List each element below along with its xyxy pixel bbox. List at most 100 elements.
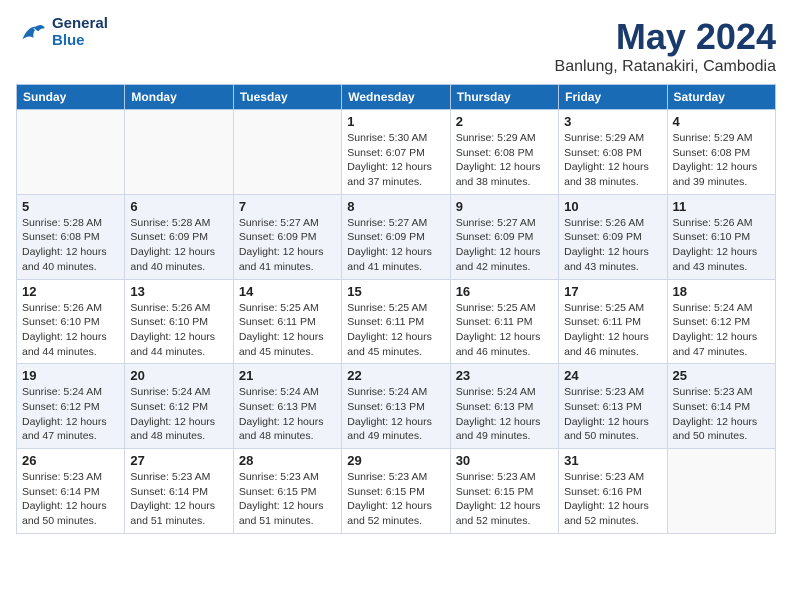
day-number: 15 [347,284,444,299]
day-info: Sunrise: 5:27 AM Sunset: 6:09 PM Dayligh… [239,216,336,275]
calendar-cell: 2 Sunrise: 5:29 AM Sunset: 6:08 PM Daylig… [450,110,558,195]
day-number: 1 [347,114,444,129]
weekday-header-monday: Monday [125,85,233,110]
day-number: 17 [564,284,661,299]
page-header: General Blue May 2024 Banlung, Ratanakir… [16,16,776,76]
day-number: 6 [130,199,227,214]
month-title: May 2024 [555,16,776,58]
weekday-header-friday: Friday [559,85,667,110]
day-number: 18 [673,284,770,299]
calendar-cell: 23 Sunrise: 5:24 AM Sunset: 6:13 PM Dayli… [450,364,558,449]
logo: General Blue [16,16,108,49]
day-number: 8 [347,199,444,214]
day-info: Sunrise: 5:24 AM Sunset: 6:13 PM Dayligh… [456,385,553,444]
day-number: 28 [239,453,336,468]
day-info: Sunrise: 5:23 AM Sunset: 6:13 PM Dayligh… [564,385,661,444]
day-info: Sunrise: 5:29 AM Sunset: 6:08 PM Dayligh… [456,131,553,190]
weekday-header-thursday: Thursday [450,85,558,110]
calendar-cell: 12Sunrise: 5:26 AM Sunset: 6:10 PM Dayli… [17,279,125,364]
weekday-header-wednesday: Wednesday [342,85,450,110]
day-info: Sunrise: 5:25 AM Sunset: 6:11 PM Dayligh… [347,301,444,360]
weekday-header-tuesday: Tuesday [233,85,341,110]
calendar-cell: 15 Sunrise: 5:25 AM Sunset: 6:11 PM Dayli… [342,279,450,364]
calendar-cell [667,449,775,534]
day-info: Sunrise: 5:30 AM Sunset: 6:07 PM Dayligh… [347,131,444,190]
calendar-cell: 5 Sunrise: 5:28 AM Sunset: 6:08 PM Daylig… [17,194,125,279]
day-number: 30 [456,453,553,468]
title-block: May 2024 Banlung, Ratanakiri, Cambodia [555,16,776,76]
calendar-cell: 26Sunrise: 5:23 AM Sunset: 6:14 PM Dayli… [17,449,125,534]
day-info: Sunrise: 5:27 AM Sunset: 6:09 PM Dayligh… [456,216,553,275]
day-number: 2 [456,114,553,129]
day-info: Sunrise: 5:23 AM Sunset: 6:15 PM Dayligh… [456,470,553,529]
day-info: Sunrise: 5:26 AM Sunset: 6:09 PM Dayligh… [564,216,661,275]
day-number: 23 [456,368,553,383]
calendar-week-row: 5 Sunrise: 5:28 AM Sunset: 6:08 PM Daylig… [17,194,776,279]
calendar-cell: 9 Sunrise: 5:27 AM Sunset: 6:09 PM Daylig… [450,194,558,279]
day-info: Sunrise: 5:23 AM Sunset: 6:15 PM Dayligh… [239,470,336,529]
calendar-cell: 6Sunrise: 5:28 AM Sunset: 6:09 PM Daylig… [125,194,233,279]
day-info: Sunrise: 5:29 AM Sunset: 6:08 PM Dayligh… [673,131,770,190]
calendar-week-row: 26 Sunrise: 5:23 AM Sunset: 6:14 PM Dayli… [17,449,776,534]
calendar-cell: 16 Sunrise: 5:25 AM Sunset: 6:11 PM Dayli… [450,279,558,364]
day-info: Sunrise: 5:26 AM Sunset: 6:10 PM Dayligh… [673,216,770,275]
day-number: 13 [130,284,227,299]
day-number: 21 [239,368,336,383]
day-info: Sunrise: 5:24 AM Sunset: 6:12 PM Dayligh… [673,301,770,360]
calendar-week-row: 1 Sunrise: 5:30 AM Sunset: 6:07 PM Daylig… [17,110,776,195]
calendar-cell: 7 Sunrise: 5:27 AM Sunset: 6:09 PM Daylig… [233,194,341,279]
day-number: 4 [673,114,770,129]
calendar-week-row: 12 Sunrise: 5:26 AM Sunset: 6:10 PM Dayli… [17,279,776,364]
day-info: Sunrise: 5:29 AM Sunset: 6:08 PM Dayligh… [564,131,661,190]
calendar-cell: 30 Sunrise: 5:23 AM Sunset: 6:15 PM Dayli… [450,449,558,534]
calendar-cell: 14Sunrise: 5:25 AM Sunset: 6:11 PM Dayli… [233,279,341,364]
day-info: Sunrise: 5:27 AM Sunset: 6:09 PM Dayligh… [347,216,444,275]
calendar-cell: 13 Sunrise: 5:26 AM Sunset: 6:10 PM Dayli… [125,279,233,364]
calendar-cell: 22Sunrise: 5:24 AM Sunset: 6:13 PM Dayli… [342,364,450,449]
logo-text: General Blue [52,16,108,49]
day-number: 19 [22,368,119,383]
day-info: Sunrise: 5:23 AM Sunset: 6:15 PM Dayligh… [347,470,444,529]
calendar-cell: 28 Sunrise: 5:23 AM Sunset: 6:15 PM Dayli… [233,449,341,534]
day-number: 26 [22,453,119,468]
calendar-cell [233,110,341,195]
day-number: 16 [456,284,553,299]
calendar-cell: 17 Sunrise: 5:25 AM Sunset: 6:11 PM Dayli… [559,279,667,364]
day-number: 25 [673,368,770,383]
day-info: Sunrise: 5:28 AM Sunset: 6:08 PM Dayligh… [22,216,119,275]
day-info: Sunrise: 5:24 AM Sunset: 6:13 PM Dayligh… [239,385,336,444]
day-info: Sunrise: 5:24 AM Sunset: 6:13 PM Dayligh… [347,385,444,444]
calendar-cell: 19Sunrise: 5:24 AM Sunset: 6:12 PM Dayli… [17,364,125,449]
day-number: 7 [239,199,336,214]
calendar-cell: 8 Sunrise: 5:27 AM Sunset: 6:09 PM Daylig… [342,194,450,279]
logo-icon [16,17,48,49]
calendar-cell: 4 Sunrise: 5:29 AM Sunset: 6:08 PM Daylig… [667,110,775,195]
calendar-cell: 1 Sunrise: 5:30 AM Sunset: 6:07 PM Daylig… [342,110,450,195]
calendar-week-row: 19 Sunrise: 5:24 AM Sunset: 6:12 PM Dayli… [17,364,776,449]
day-info: Sunrise: 5:23 AM Sunset: 6:14 PM Dayligh… [673,385,770,444]
calendar-table: SundayMondayTuesdayWednesdayThursdayFrid… [16,84,776,534]
day-info: Sunrise: 5:25 AM Sunset: 6:11 PM Dayligh… [456,301,553,360]
day-number: 9 [456,199,553,214]
day-number: 20 [130,368,227,383]
calendar-cell: 10Sunrise: 5:26 AM Sunset: 6:09 PM Dayli… [559,194,667,279]
day-info: Sunrise: 5:25 AM Sunset: 6:11 PM Dayligh… [564,301,661,360]
calendar-cell: 27Sunrise: 5:23 AM Sunset: 6:14 PM Dayli… [125,449,233,534]
day-number: 12 [22,284,119,299]
calendar-cell: 25 Sunrise: 5:23 AM Sunset: 6:14 PM Dayli… [667,364,775,449]
calendar-cell: 11 Sunrise: 5:26 AM Sunset: 6:10 PM Dayli… [667,194,775,279]
day-number: 5 [22,199,119,214]
day-info: Sunrise: 5:23 AM Sunset: 6:14 PM Dayligh… [130,470,227,529]
weekday-header-saturday: Saturday [667,85,775,110]
weekday-header-row: SundayMondayTuesdayWednesdayThursdayFrid… [17,85,776,110]
day-number: 31 [564,453,661,468]
day-number: 3 [564,114,661,129]
day-number: 11 [673,199,770,214]
day-info: Sunrise: 5:26 AM Sunset: 6:10 PM Dayligh… [130,301,227,360]
day-number: 24 [564,368,661,383]
calendar-cell [125,110,233,195]
calendar-cell: 20 Sunrise: 5:24 AM Sunset: 6:12 PM Dayli… [125,364,233,449]
day-info: Sunrise: 5:24 AM Sunset: 6:12 PM Dayligh… [130,385,227,444]
day-number: 29 [347,453,444,468]
calendar-cell: 31Sunrise: 5:23 AM Sunset: 6:16 PM Dayli… [559,449,667,534]
